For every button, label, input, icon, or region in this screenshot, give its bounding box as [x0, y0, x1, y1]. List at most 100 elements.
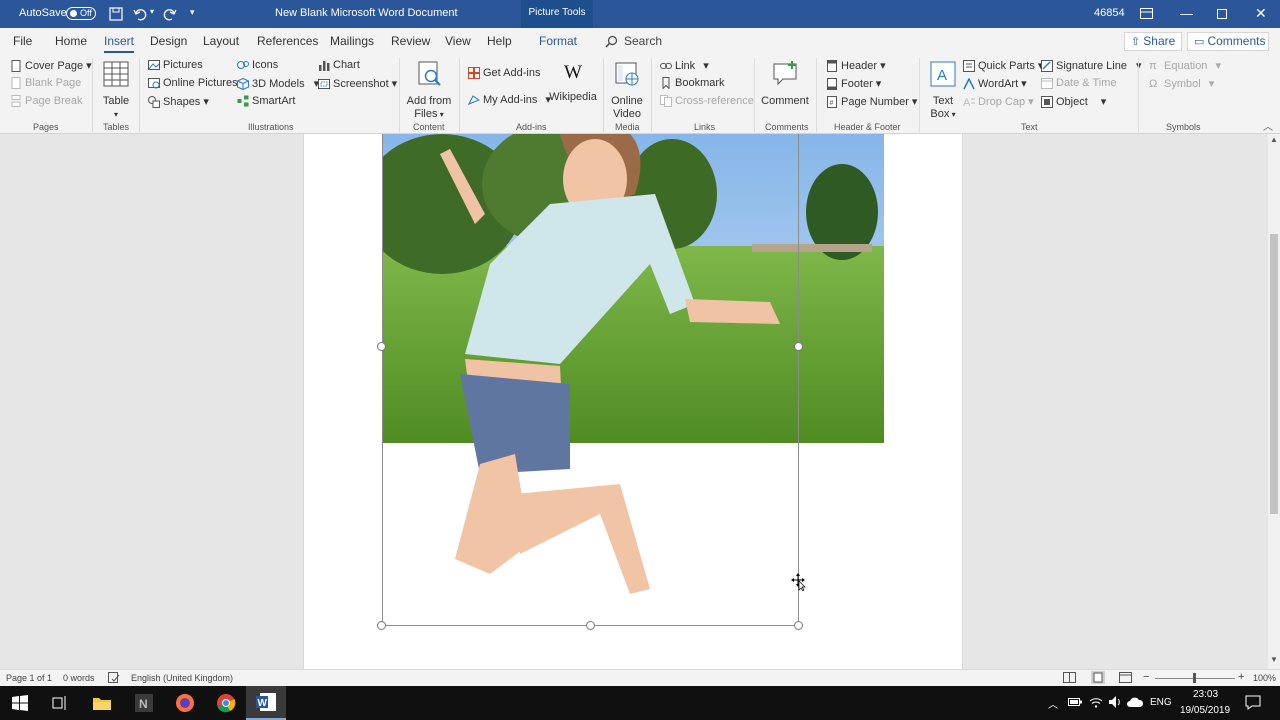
page-number-button[interactable]: # Page Number ▾ [826, 95, 917, 108]
resize-handle-right[interactable] [794, 342, 803, 351]
customize-toolbar-icon[interactable]: ▾ [190, 7, 195, 18]
maximize-icon[interactable] [1217, 9, 1227, 19]
scroll-up-icon[interactable]: ▲ [1270, 135, 1278, 144]
tab-review[interactable]: Review [391, 34, 430, 48]
onenote-taskbar-button[interactable]: N [124, 686, 164, 720]
footer-button[interactable]: Footer ▾ [826, 77, 881, 90]
task-view-button[interactable] [40, 686, 80, 720]
show-hidden-icons[interactable]: ︿ [1048, 696, 1058, 711]
online-pictures-button[interactable]: Online Pictures [148, 77, 238, 89]
signature-line-button[interactable]: Signature Line▾ [1041, 59, 1141, 72]
smartart-button[interactable]: SmartArt [237, 95, 295, 107]
start-button[interactable] [0, 686, 40, 720]
word-taskbar-button[interactable]: W [246, 686, 286, 720]
close-icon[interactable]: ✕ [1255, 5, 1267, 22]
ribbon-display-icon[interactable] [1140, 8, 1153, 19]
language-status[interactable]: English (United Kingdom) [131, 673, 233, 683]
resize-handle-bottom-right[interactable] [794, 621, 803, 630]
tab-help[interactable]: Help [487, 34, 512, 48]
tab-layout[interactable]: Layout [203, 34, 239, 48]
3d-models-button[interactable]: 3D Models ▾ [237, 77, 319, 90]
read-mode-icon[interactable] [1063, 672, 1076, 684]
save-icon[interactable] [109, 7, 123, 21]
proofing-icon[interactable] [108, 672, 120, 684]
table-button[interactable]: Table ▾ [98, 60, 134, 121]
tab-references[interactable]: References [257, 34, 318, 48]
chart-button[interactable]: Chart [318, 59, 360, 71]
quick-parts-button[interactable]: Quick Parts ▾ [963, 59, 1043, 72]
symbol-button[interactable]: Ω Symbol ▾ [1149, 77, 1214, 91]
cross-reference-button[interactable]: Cross-reference [660, 95, 754, 107]
search-box[interactable]: Search [624, 34, 662, 48]
zoom-level[interactable]: 100% [1253, 673, 1276, 683]
search-icon[interactable] [605, 35, 618, 48]
add-from-files-button[interactable]: Add from Files ▾ [404, 60, 454, 121]
file-explorer-taskbar-button[interactable] [82, 686, 122, 720]
vertical-scrollbar[interactable]: ▲ ▼ [1268, 134, 1280, 669]
header-button[interactable]: Header ▾ [826, 59, 886, 72]
group-label-content: Content [413, 122, 445, 132]
tab-mailings[interactable]: Mailings [330, 34, 374, 48]
link-button[interactable]: Link ▾ [660, 59, 709, 72]
drop-cap-icon: A [963, 97, 975, 108]
input-language[interactable]: ENG [1150, 697, 1172, 708]
collapse-ribbon-icon[interactable]: ︿ [1263, 118, 1273, 133]
pictures-button[interactable]: Pictures [148, 59, 203, 71]
bookmark-button[interactable]: Bookmark [660, 77, 725, 89]
online-video-button[interactable]: Online Video [607, 60, 647, 121]
svg-text:W: W [258, 698, 268, 709]
comments-button[interactable]: ▭ Comments [1187, 32, 1269, 51]
zoom-slider-thumb[interactable] [1193, 673, 1196, 683]
firefox-taskbar-button[interactable] [165, 686, 205, 720]
tab-design[interactable]: Design [150, 34, 187, 48]
date-time-button[interactable]: Date & Time [1041, 77, 1117, 89]
equation-button[interactable]: π Equation ▾ [1149, 59, 1221, 73]
scroll-down-icon[interactable]: ▼ [1270, 655, 1278, 664]
resize-handle-bottom[interactable] [586, 621, 595, 630]
cover-page-button[interactable]: Cover Page ▾ [10, 59, 92, 72]
wikipedia-button[interactable]: W Wikipedia [549, 60, 597, 104]
print-layout-icon[interactable] [1091, 671, 1105, 684]
object-button[interactable]: Object ▾ [1041, 95, 1106, 108]
wifi-icon[interactable] [1089, 695, 1103, 709]
tab-format[interactable]: Format [539, 34, 577, 48]
volume-icon[interactable] [1108, 695, 1122, 709]
resize-handle-left[interactable] [377, 342, 386, 351]
page-count[interactable]: Page 1 of 1 [6, 673, 52, 683]
my-add-ins-button[interactable]: My Add-ins ▾ [468, 93, 551, 106]
chart-icon [319, 61, 330, 71]
zoom-out-icon[interactable]: − [1143, 671, 1149, 683]
minimize-icon[interactable]: — [1180, 6, 1193, 21]
undo-icon[interactable] [133, 7, 147, 21]
autosave-toggle[interactable]: Off [66, 7, 96, 20]
share-button[interactable]: ⇧ Share [1124, 32, 1182, 51]
screenshot-button[interactable]: Screenshot ▾ [318, 77, 397, 90]
text-box-button[interactable]: A Text Box ▾ [925, 60, 961, 121]
picture-selection-frame[interactable] [382, 134, 799, 626]
battery-icon[interactable] [1068, 697, 1082, 707]
zoom-in-icon[interactable]: + [1238, 671, 1244, 683]
redo-icon[interactable] [163, 7, 177, 21]
get-add-ins-button[interactable]: Get Add-ins [468, 67, 540, 79]
notifications-icon[interactable] [1245, 695, 1261, 710]
new-comment-button[interactable]: Comment [760, 60, 810, 108]
undo-dropdown-icon[interactable]: ▾ [150, 7, 154, 16]
wordart-button[interactable]: WordArt ▾ [963, 77, 1027, 90]
clock-time[interactable]: 23:03 [1193, 689, 1218, 700]
resize-handle-bottom-left[interactable] [377, 621, 386, 630]
drop-cap-button[interactable]: A Drop Cap ▾ [963, 95, 1034, 109]
icons-button[interactable]: Icons [237, 59, 278, 71]
scroll-thumb[interactable] [1270, 234, 1278, 514]
page-break-button[interactable]: Page Break [10, 95, 82, 107]
word-count[interactable]: 0 words [63, 673, 95, 683]
shapes-button[interactable]: Shapes ▾ [148, 95, 209, 108]
blank-page-button[interactable]: Blank Page [10, 77, 81, 89]
onedrive-icon[interactable] [1127, 696, 1143, 708]
clock-date[interactable]: 19/05/2019 [1180, 705, 1230, 716]
tab-home[interactable]: Home [55, 34, 87, 48]
tab-insert[interactable]: Insert [104, 34, 135, 53]
tab-file[interactable]: File [13, 34, 32, 48]
web-layout-icon[interactable] [1119, 672, 1132, 684]
chrome-taskbar-button[interactable] [206, 686, 246, 720]
tab-view[interactable]: View [445, 34, 471, 48]
